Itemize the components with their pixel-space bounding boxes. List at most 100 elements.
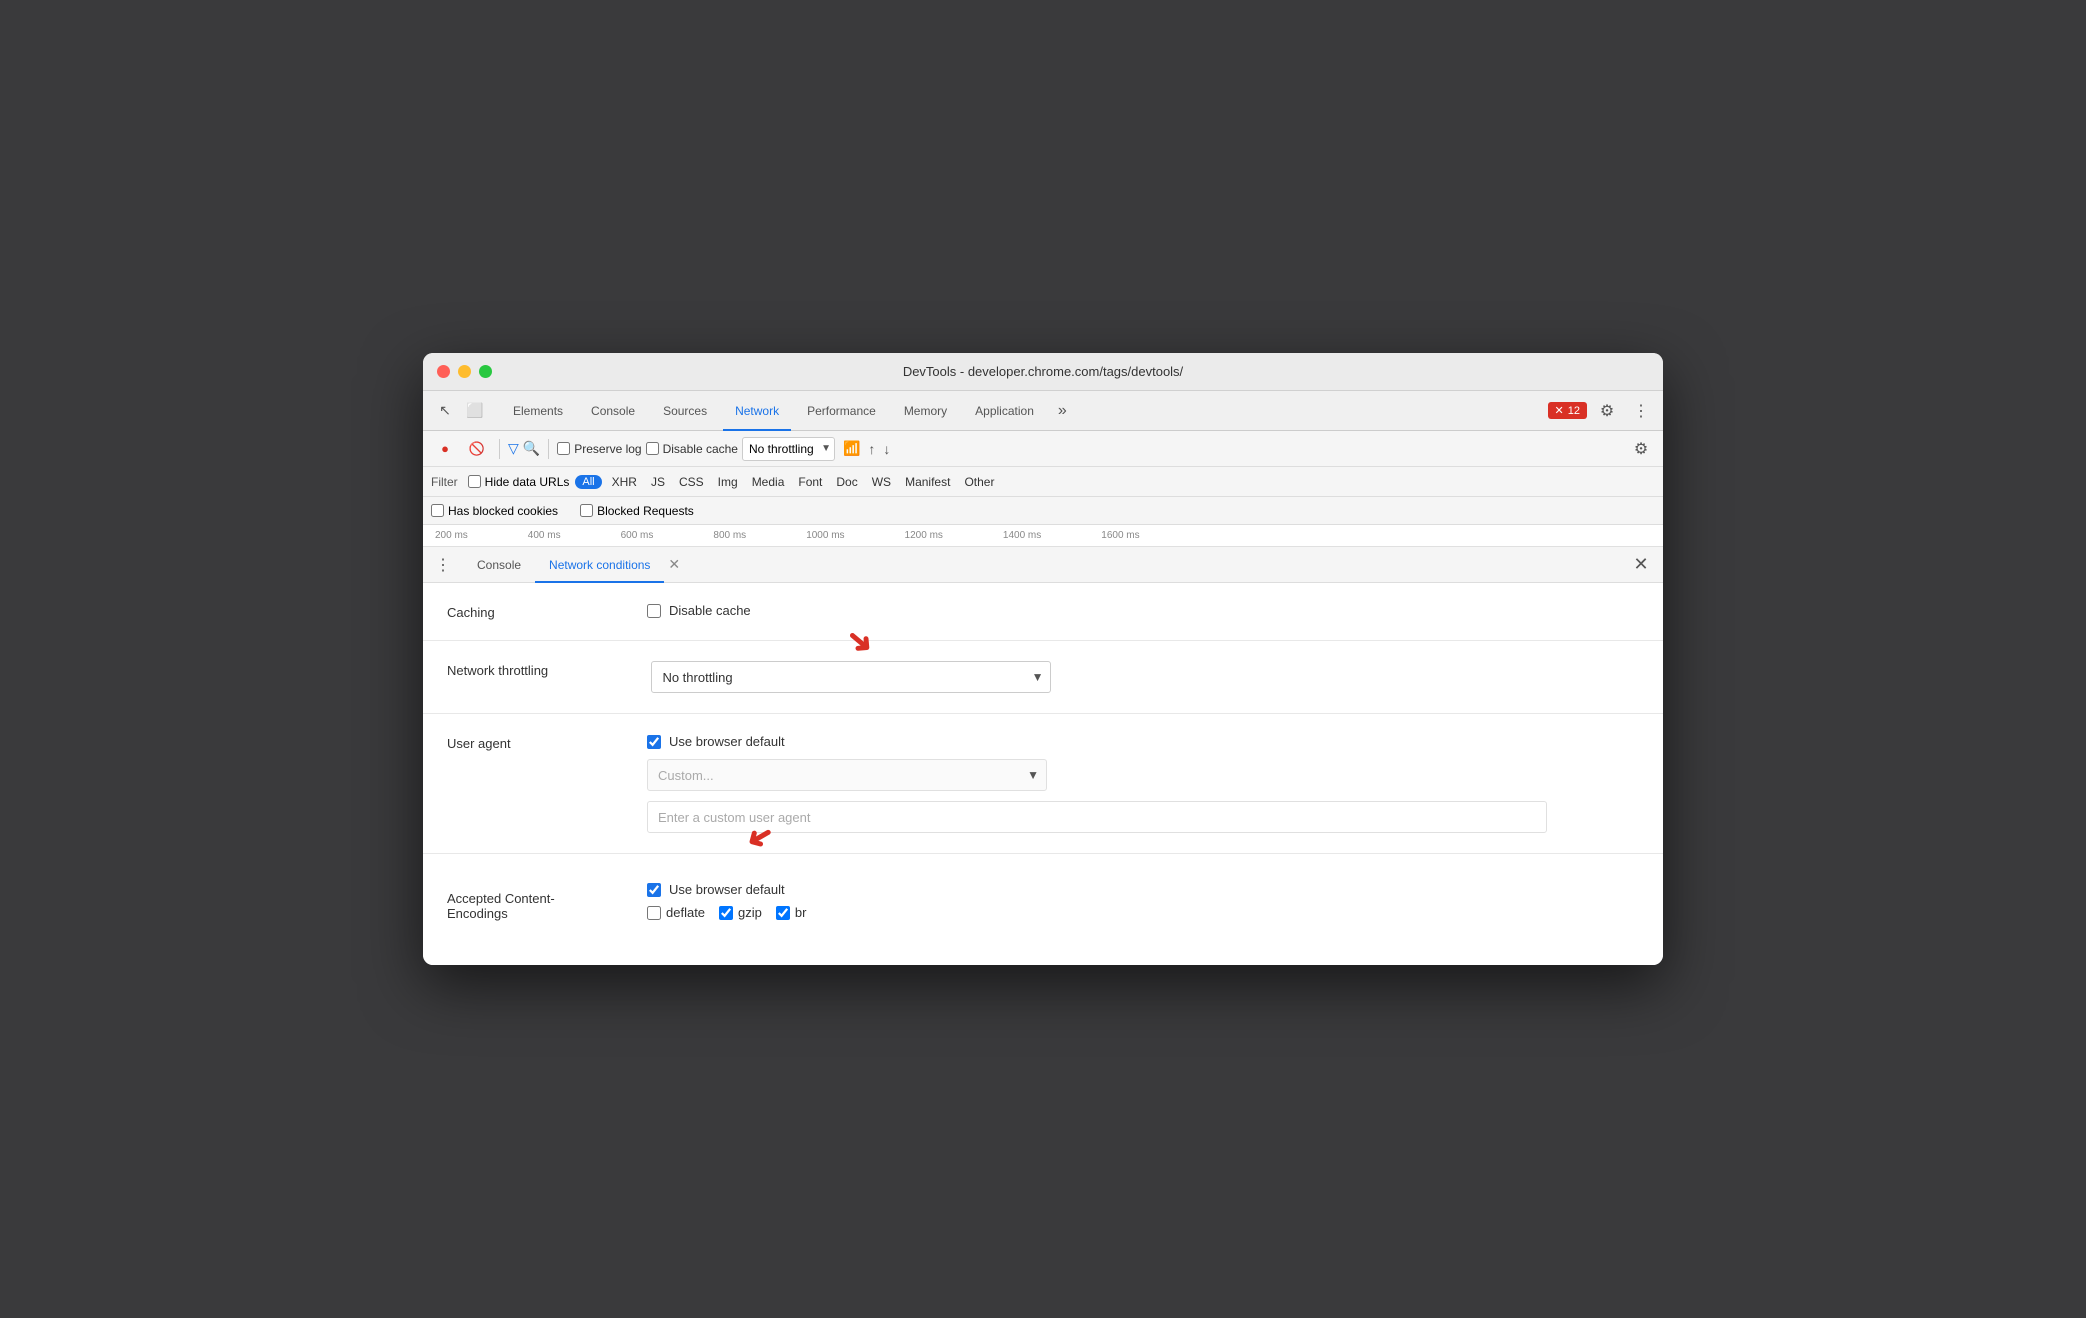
cursor-icon[interactable]: ↖ [431,397,459,425]
blocked-requests-checkbox[interactable] [580,504,593,517]
deflate-checkbox-group: deflate [647,905,705,920]
has-blocked-cookies-checkbox[interactable] [431,504,444,517]
filter-label: Filter [431,475,458,489]
has-blocked-cookies-group: Has blocked cookies [431,504,558,518]
tab-sources[interactable]: Sources [651,391,719,431]
search-icon[interactable]: 🔍 [523,440,540,457]
user-agent-section: User agent Use browser default Custom...… [423,714,1663,854]
network-conditions-close-icon[interactable]: ✕ [668,556,680,573]
disable-cache-checkbox-group: Disable cache [646,442,738,456]
disable-cache-nc-label: Disable cache [669,603,751,618]
accepted-encodings-label-text: Accepted Content- Encodings [447,891,555,921]
record-button[interactable]: ● [431,435,459,463]
use-browser-default-enc-checkbox[interactable] [647,883,661,897]
network-throttling-label: Network throttling [447,661,647,678]
network-conditions-panel: Caching Disable cache Network throttling… [423,583,1663,965]
deflate-checkbox[interactable] [647,906,661,920]
preserve-log-checkbox-group: Preserve log [557,442,641,456]
timeline-bar: 200 ms 400 ms 600 ms 800 ms 1000 ms 1200… [423,525,1663,547]
filter-doc[interactable]: Doc [832,474,861,490]
tab-performance[interactable]: Performance [795,391,888,431]
filter-ws[interactable]: WS [868,474,895,490]
bottom-tab-menu-button[interactable]: ⋮ [431,553,455,577]
throttle-select[interactable]: No throttling Fast 3G Slow 3G Offline [742,437,835,461]
close-button[interactable] [437,365,450,378]
gzip-checkbox[interactable] [719,906,733,920]
maximize-button[interactable] [479,365,492,378]
more-options-button[interactable]: ⋮ [1627,397,1655,425]
clear-button[interactable]: 🚫 [463,435,491,463]
filter-css[interactable]: CSS [675,474,708,490]
timeline-marker-3: 600 ms [621,530,654,541]
filter-xhr[interactable]: XHR [608,474,641,490]
hide-data-urls-checkbox[interactable] [468,475,481,488]
throttle-select-wrapper: No throttling Fast 3G Slow 3G Offline ▼ [742,437,835,461]
tab-memory[interactable]: Memory [892,391,959,431]
nav-icons: ↖ ⬜ [431,397,489,425]
encodings-checkboxes-row: deflate gzip br [647,905,1639,920]
hide-data-urls-label: Hide data URLs [485,475,570,489]
filter-row: Filter Hide data URLs All XHR JS CSS Img… [423,467,1663,497]
minimize-button[interactable] [458,365,471,378]
caching-content: Disable cache [647,603,1639,618]
device-toggle-icon[interactable]: ⬜ [461,397,489,425]
custom-ua-select[interactable]: Custom... [647,759,1047,791]
br-checkbox[interactable] [776,906,790,920]
toolbar-icon-group: 📶 ↑ ↓ [843,440,890,457]
network-settings-button[interactable]: ⚙ [1627,435,1655,463]
filter-img[interactable]: Img [714,474,742,490]
bottom-tab-console[interactable]: Console [463,547,535,583]
timeline-marker-7: 1400 ms [1003,530,1041,541]
filter-manifest[interactable]: Manifest [901,474,954,490]
window-title: DevTools - developer.chrome.com/tags/dev… [903,364,1183,379]
filter-all-chip[interactable]: All [575,475,601,489]
accepted-encodings-content: ➜ Use browser default deflate gzip [647,874,1639,920]
bottom-tab-nc-group: Network conditions ✕ [535,547,680,583]
disable-cache-nc-checkbox[interactable] [647,604,661,618]
has-blocked-cookies-label: Has blocked cookies [448,504,558,518]
custom-ua-input-wrapper [647,801,1547,833]
tab-network[interactable]: Network [723,391,791,431]
tab-right-section: ✕ 12 ⚙ ⋮ [1548,397,1655,425]
bottom-tab-bar: ⋮ Console Network conditions ✕ ✕ [423,547,1663,583]
download-icon: ↓ [883,441,890,457]
window-controls [437,365,492,378]
filter-font[interactable]: Font [794,474,826,490]
timeline-marker-4: 800 ms [713,530,746,541]
timeline-marker-6: 1200 ms [905,530,943,541]
user-agent-label: User agent [447,734,647,751]
tab-application[interactable]: Application [963,391,1046,431]
tab-elements[interactable]: Elements [501,391,575,431]
nc-throttle-select[interactable]: No throttling Fast 3G Slow 3G Offline [651,661,1051,693]
more-tabs-button[interactable]: » [1050,402,1075,420]
use-browser-default-enc-group: Use browser default [647,882,1639,897]
blocked-requests-label: Blocked Requests [597,504,694,518]
blocked-requests-group: Blocked Requests [580,504,694,518]
timeline-marker-2: 400 ms [528,530,561,541]
use-browser-default-checkbox[interactable] [647,735,661,749]
filter-media[interactable]: Media [748,474,789,490]
bottom-tab-network-conditions[interactable]: Network conditions [535,547,664,583]
user-agent-content: Use browser default Custom... ▼ [647,734,1639,833]
use-browser-default-checkbox-group: Use browser default [647,734,1639,749]
br-checkbox-group: br [776,905,807,920]
filter-other[interactable]: Other [960,474,998,490]
toolbar-separator-1 [499,439,500,459]
caching-label: Caching [447,603,647,620]
settings-gear-button[interactable]: ⚙ [1593,397,1621,425]
disable-cache-checkbox[interactable] [646,442,659,455]
network-toolbar: ● 🚫 ▽ 🔍 Preserve log Disable cache No th… [423,431,1663,467]
error-badge: ✕ 12 [1548,402,1587,419]
custom-ua-input[interactable] [647,801,1547,833]
tab-console[interactable]: Console [579,391,647,431]
error-x-icon: ✕ [1555,404,1564,417]
network-throttling-content: ➜ No throttling Fast 3G Slow 3G Offline … [647,661,1639,693]
hide-data-urls-group: Hide data URLs [468,475,570,489]
preserve-log-checkbox[interactable] [557,442,570,455]
timeline-marker-1: 200 ms [435,530,468,541]
bottom-panel-close-button[interactable]: ✕ [1627,551,1655,579]
use-browser-default-label: Use browser default [669,734,785,749]
bottom-panel: ⋮ Console Network conditions ✕ ✕ Caching… [423,547,1663,965]
caching-section: Caching Disable cache [423,583,1663,641]
filter-js[interactable]: JS [647,474,669,490]
